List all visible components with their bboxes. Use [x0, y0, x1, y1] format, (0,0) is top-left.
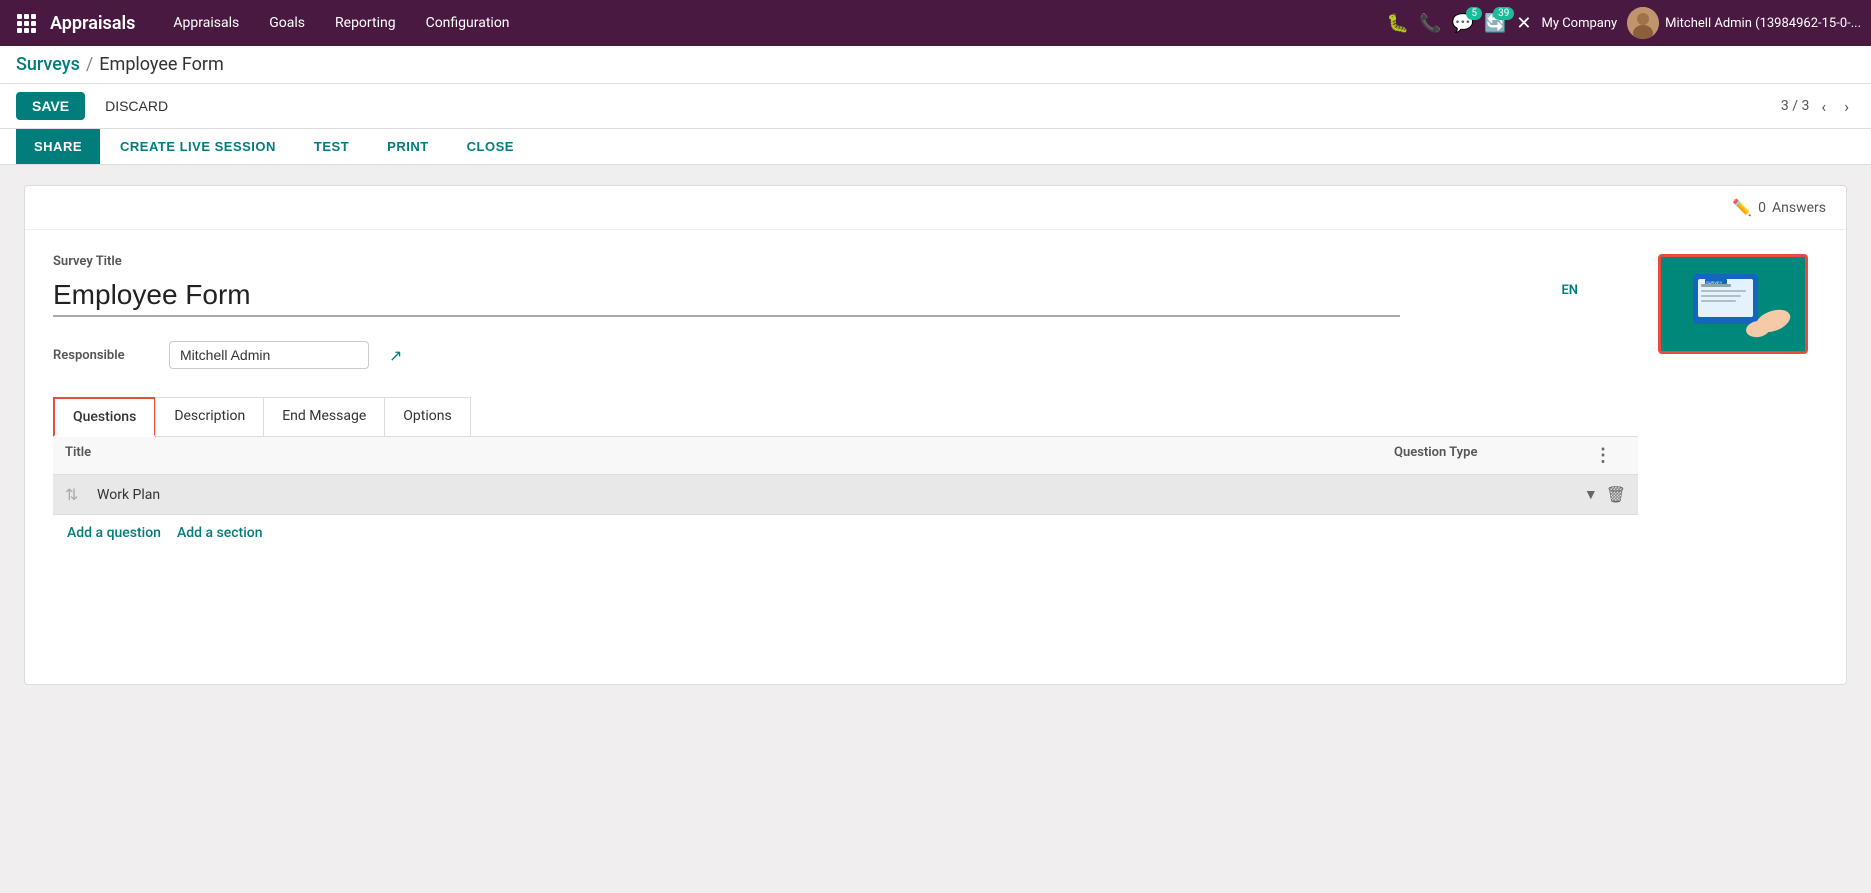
- prev-arrow[interactable]: ‹: [1815, 95, 1832, 118]
- table-header: Title Question Type ⋮: [53, 437, 1638, 475]
- main-content: ✏️ 0 Answers Survey Title EN Responsible…: [0, 165, 1871, 705]
- form-body: Survey Title EN Responsible Mitchell Adm…: [25, 230, 1846, 575]
- app-title: Appraisals: [50, 13, 135, 34]
- create-live-session-button[interactable]: CREATE LIVE SESSION: [102, 129, 294, 164]
- save-button[interactable]: SAVE: [16, 92, 85, 120]
- activity-badge: 39: [1493, 7, 1514, 20]
- activity-icon[interactable]: 🔄 39: [1484, 13, 1506, 34]
- pagination-count: 3 / 3: [1781, 98, 1809, 114]
- survey-title-label: Survey Title: [53, 254, 1638, 269]
- responsible-label: Responsible: [53, 348, 153, 363]
- avatar: [1627, 7, 1659, 39]
- nav-appraisals[interactable]: Appraisals: [159, 11, 253, 35]
- tabs: Questions Description End Message Option…: [53, 397, 1638, 437]
- tab-end-message[interactable]: End Message: [263, 397, 385, 436]
- nav-menu: Appraisals Goals Reporting Configuration: [159, 11, 1386, 35]
- form-card: ✏️ 0 Answers Survey Title EN Responsible…: [24, 185, 1847, 685]
- topnav-right: 🐛 📞 💬 5 🔄 39 ✕ My Company Mitchell Admin…: [1387, 7, 1861, 39]
- col-question-type: Question Type: [1394, 445, 1594, 466]
- survey-title-wrapper: EN: [53, 275, 1638, 317]
- grid-menu-icon[interactable]: [10, 7, 42, 39]
- breadcrumb-parent[interactable]: Surveys: [16, 54, 80, 75]
- breadcrumb: Surveys / Employee Form: [0, 46, 1871, 84]
- nav-configuration[interactable]: Configuration: [412, 11, 524, 35]
- discard-button[interactable]: DISCARD: [93, 92, 180, 120]
- pagination: 3 / 3 ‹ ›: [1781, 95, 1855, 118]
- close-icon[interactable]: ✕: [1516, 13, 1531, 34]
- lang-badge[interactable]: EN: [1561, 283, 1578, 298]
- share-bar: SHARE CREATE LIVE SESSION TEST PRINT CLO…: [0, 129, 1871, 165]
- user-menu[interactable]: Mitchell Admin (13984962-15-0-...: [1627, 7, 1861, 39]
- questions-table: Title Question Type ⋮ ⇅ Work Plan ▼ 🗑: [53, 437, 1638, 551]
- edit-icon: ✏️: [1732, 198, 1752, 217]
- delete-icon[interactable]: 🗑: [1606, 485, 1626, 504]
- drag-handle-icon[interactable]: ⇅: [65, 485, 97, 504]
- responsible-select[interactable]: Mitchell Admin: [169, 341, 369, 369]
- svg-text:SURVEY: SURVEY: [1706, 280, 1723, 285]
- section-actions: ▼ 🗑: [1594, 485, 1626, 504]
- nav-goals[interactable]: Goals: [255, 11, 319, 35]
- breadcrumb-separator: /: [86, 54, 93, 75]
- responsible-row: Responsible Mitchell Admin ↗: [53, 341, 1638, 369]
- answers-count: 0: [1758, 200, 1766, 216]
- add-question-link[interactable]: Add a question: [67, 525, 161, 541]
- chevron-down-icon[interactable]: ▼: [1584, 486, 1598, 503]
- survey-thumbnail[interactable]: SURVEY: [1658, 254, 1808, 354]
- action-bar: SAVE DISCARD 3 / 3 ‹ ›: [0, 84, 1871, 129]
- bug-icon[interactable]: 🐛: [1387, 13, 1409, 34]
- breadcrumb-current: Employee Form: [99, 54, 224, 75]
- table-row: ⇅ Work Plan ▼ 🗑: [53, 475, 1638, 515]
- external-link-icon[interactable]: ↗: [389, 346, 402, 365]
- tab-questions[interactable]: Questions: [53, 397, 156, 437]
- test-button[interactable]: TEST: [296, 129, 367, 164]
- answers-label: Answers: [1772, 200, 1826, 216]
- user-name: Mitchell Admin (13984962-15-0-...: [1665, 16, 1861, 31]
- nav-reporting[interactable]: Reporting: [321, 11, 410, 35]
- answers-link[interactable]: ✏️ 0 Answers: [1732, 198, 1826, 217]
- tab-options[interactable]: Options: [384, 397, 470, 436]
- tab-description[interactable]: Description: [155, 397, 264, 436]
- company-name[interactable]: My Company: [1541, 16, 1617, 31]
- add-row: Add a question Add a section: [53, 515, 1638, 551]
- share-button[interactable]: SHARE: [16, 129, 100, 164]
- col-title: Title: [65, 445, 1394, 466]
- section-title: Work Plan: [97, 487, 1594, 503]
- phone-icon[interactable]: 📞: [1419, 13, 1441, 34]
- top-navigation: Appraisals Appraisals Goals Reporting Co…: [0, 0, 1871, 46]
- print-button[interactable]: PRINT: [369, 129, 447, 164]
- chat-badge: 5: [1466, 7, 1482, 20]
- next-arrow[interactable]: ›: [1838, 95, 1855, 118]
- form-main: Survey Title EN Responsible Mitchell Adm…: [53, 254, 1638, 551]
- more-actions-icon[interactable]: ⋮: [1594, 445, 1626, 466]
- form-side: SURVEY: [1658, 254, 1818, 551]
- survey-title-input[interactable]: [53, 275, 1400, 317]
- close-button[interactable]: CLOSE: [449, 129, 532, 164]
- chat-icon[interactable]: 💬 5: [1452, 13, 1474, 34]
- answers-header: ✏️ 0 Answers: [25, 186, 1846, 230]
- add-section-link[interactable]: Add a section: [177, 525, 263, 541]
